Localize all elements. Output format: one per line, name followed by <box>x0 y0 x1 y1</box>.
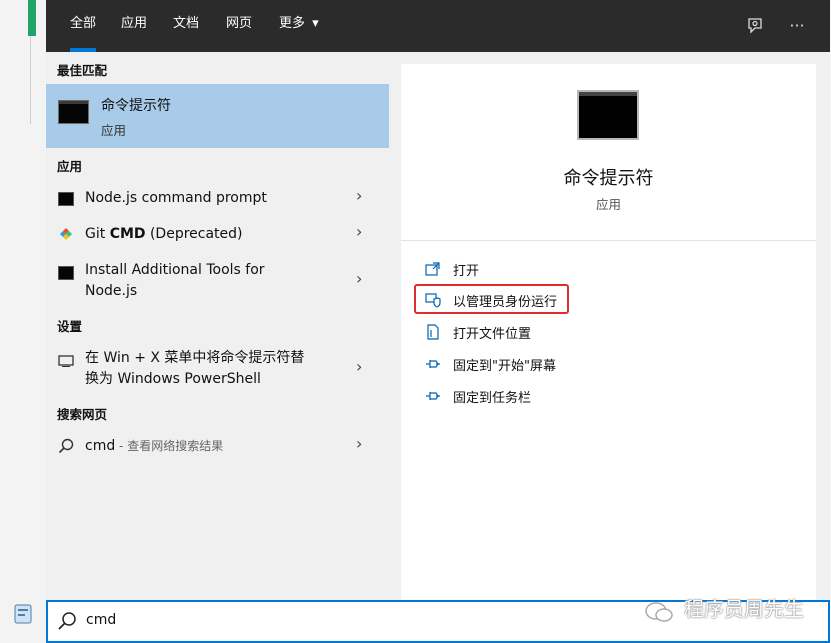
command-prompt-icon <box>58 100 89 124</box>
background-divider <box>30 36 31 124</box>
list-item-label: Git CMD (Deprecated) <box>85 224 243 244</box>
action-label: 固定到任务栏 <box>453 391 532 406</box>
action-run-as-admin[interactable]: 以管理员身份运行 <box>425 290 565 312</box>
chevron-right-icon[interactable]: › <box>356 434 362 453</box>
tab-documents[interactable]: 文档 <box>173 0 199 52</box>
list-item-label-line2: 换为 Windows PowerShell <box>85 371 261 387</box>
action-open-file-location[interactable]: 打开文件位置 <box>425 322 625 344</box>
terminal-icon <box>58 192 74 206</box>
action-label: 固定到"开始"屏幕 <box>453 359 556 374</box>
action-label: 以管理员身份运行 <box>453 295 558 310</box>
settings-heading: 设置 <box>57 319 83 334</box>
tab-apps[interactable]: 应用 <box>121 0 147 52</box>
best-match-heading: 最佳匹配 <box>57 63 108 78</box>
best-match-subtitle: 应用 <box>101 123 127 138</box>
feedback-icon[interactable] <box>741 12 769 40</box>
web-query-suffix: - 查看网络搜索结果 <box>115 439 224 453</box>
details-title: 命令提示符 <box>563 168 654 189</box>
chevron-right-icon[interactable]: › <box>356 222 362 241</box>
action-pin-to-taskbar[interactable]: 固定到任务栏 <box>425 386 625 408</box>
list-item-label-line1: 在 Win + X 菜单中将命令提示符替 <box>85 350 305 366</box>
chevron-right-icon[interactable]: › <box>356 357 362 376</box>
taskbar-app-icon[interactable] <box>12 602 34 626</box>
file-location-icon <box>425 324 441 340</box>
results-list: 最佳匹配 命令提示符 应用 应用 Node.js command prompt … <box>46 52 389 600</box>
open-icon <box>425 261 441 277</box>
details-subtitle: 应用 <box>595 197 621 212</box>
action-pin-to-start[interactable]: 固定到"开始"屏幕 <box>425 354 625 376</box>
tab-web[interactable]: 网页 <box>226 0 252 52</box>
chevron-down-icon: ▾ <box>312 16 319 31</box>
list-item-label-line1: Install Additional Tools for <box>85 262 265 278</box>
search-tab-bar: 全部 应用 文档 网页 更多 ▾ ··· <box>46 0 830 52</box>
windows-search-panel: 全部 应用 文档 网页 更多 ▾ ··· 最佳匹配 命令提示符 应用 应用 No… <box>46 0 830 643</box>
list-item-nodejs-prompt[interactable]: Node.js command prompt › <box>46 184 389 214</box>
action-label: 打开文件位置 <box>453 327 532 342</box>
search-icon <box>56 610 78 632</box>
list-item-label: cmd - 查看网络搜索结果 <box>85 436 223 456</box>
search-input[interactable]: cmd <box>86 612 116 628</box>
pin-icon <box>425 388 441 404</box>
terminal-icon <box>58 266 74 280</box>
apps-heading: 应用 <box>57 159 83 174</box>
chevron-right-icon[interactable]: › <box>356 186 362 205</box>
pin-icon <box>425 356 441 372</box>
command-prompt-large-icon <box>577 90 639 140</box>
list-item-label-line2: Node.js <box>85 283 138 299</box>
tab-all[interactable]: 全部 <box>70 0 97 52</box>
list-item-web-search[interactable]: cmd - 查看网络搜索结果 › <box>46 432 389 462</box>
more-options-icon[interactable]: ··· <box>783 12 811 40</box>
list-item-install-tools[interactable]: Install Additional Tools for Node.js › <box>46 256 389 304</box>
list-item-git-cmd[interactable]: Git CMD (Deprecated) › <box>46 220 389 250</box>
tab-more-label: 更多 <box>279 16 306 31</box>
web-query: cmd <box>85 438 116 454</box>
search-icon <box>58 438 74 454</box>
action-open[interactable]: 打开 <box>425 259 625 281</box>
desktop-background-left <box>0 0 46 643</box>
list-item-winx-setting[interactable]: 在 Win + X 菜单中将命令提示符替 换为 Windows PowerShe… <box>46 344 389 392</box>
web-search-heading: 搜索网页 <box>57 407 108 422</box>
best-match-item[interactable]: 命令提示符 应用 <box>46 84 389 148</box>
list-item-label: Node.js command prompt <box>85 190 267 206</box>
details-divider <box>401 240 816 241</box>
shield-admin-icon <box>425 292 441 308</box>
details-pane: 命令提示符 应用 打开 以管理员身份运行 打开文件位置 固定到"开始"屏幕 固定… <box>401 64 816 600</box>
tab-more[interactable]: 更多 ▾ <box>279 0 319 52</box>
label-prefix: Git <box>85 226 110 242</box>
background-window-edge <box>28 0 36 36</box>
display-settings-icon <box>58 352 74 367</box>
wechat-watermark-icon <box>644 600 676 624</box>
watermark-text: 程序员周先生 <box>684 597 804 621</box>
action-label: 打开 <box>453 264 480 279</box>
label-suffix: (Deprecated) <box>145 226 243 242</box>
git-icon <box>58 226 74 241</box>
label-bold: CMD <box>109 226 146 242</box>
best-match-title: 命令提示符 <box>101 98 171 114</box>
chevron-right-icon[interactable]: › <box>356 269 362 288</box>
